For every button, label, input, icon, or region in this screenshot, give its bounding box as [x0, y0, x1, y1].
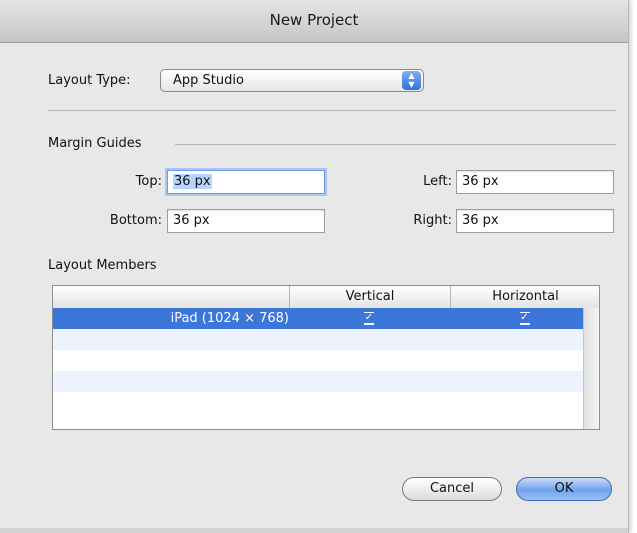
left-margin-field[interactable]: 36 px: [456, 170, 614, 194]
right-margin-field[interactable]: 36 px: [456, 209, 614, 233]
check-icon: ✓: [364, 312, 374, 325]
window-bottom-edge: [0, 528, 628, 533]
table-row-empty: [53, 371, 583, 392]
table-row-empty: [53, 350, 583, 371]
popup-arrows-icon: ▲ ▼: [402, 71, 421, 90]
table-header: Vertical Horizontal: [53, 286, 599, 309]
table-row-empty: [53, 329, 583, 350]
ok-button[interactable]: OK: [516, 477, 612, 501]
layout-members-heading: Layout Members: [48, 258, 157, 273]
top-margin-value: 36 px: [173, 174, 212, 189]
vertical-checkbox[interactable]: ✓: [289, 308, 449, 329]
column-header-name[interactable]: [53, 286, 289, 308]
bottom-margin-value: 36 px: [173, 213, 210, 228]
vertical-scrollbar[interactable]: [583, 308, 599, 429]
bottom-margin-field[interactable]: 36 px: [167, 209, 325, 233]
check-icon: ✓: [519, 312, 530, 325]
bottom-label: Bottom:: [109, 213, 162, 228]
dialog-title: New Project: [0, 0, 628, 43]
layout-type-value: App Studio: [173, 73, 244, 88]
right-label: Right:: [413, 213, 452, 228]
margin-guides-rule: [175, 144, 616, 145]
top-margin-field[interactable]: 36 px: [167, 170, 325, 194]
margin-guides-heading: Margin Guides: [48, 136, 142, 151]
separator: [48, 110, 616, 111]
horizontal-checkbox[interactable]: ✓: [450, 308, 599, 329]
column-header-horizontal[interactable]: Horizontal: [450, 286, 599, 308]
column-header-vertical[interactable]: Vertical: [289, 286, 450, 308]
top-label: Top:: [135, 174, 162, 189]
table-row[interactable]: iPad (1024 × 768) ✓ ✓: [53, 308, 583, 329]
row-device-name: iPad (1024 × 768): [170, 311, 289, 326]
cancel-button[interactable]: Cancel: [402, 477, 502, 501]
new-project-dialog: New Project Layout Type: App Studio ▲ ▼ M…: [0, 0, 629, 533]
left-label: Left:: [423, 174, 452, 189]
layout-type-popup[interactable]: App Studio ▲ ▼: [160, 69, 424, 92]
layout-type-label: Layout Type:: [48, 73, 131, 88]
layout-members-table[interactable]: Vertical Horizontal iPad (1024 × 768) ✓ …: [52, 285, 600, 430]
table-row-empty: [53, 392, 583, 413]
right-margin-value: 36 px: [462, 213, 499, 228]
left-margin-value: 36 px: [462, 174, 499, 189]
